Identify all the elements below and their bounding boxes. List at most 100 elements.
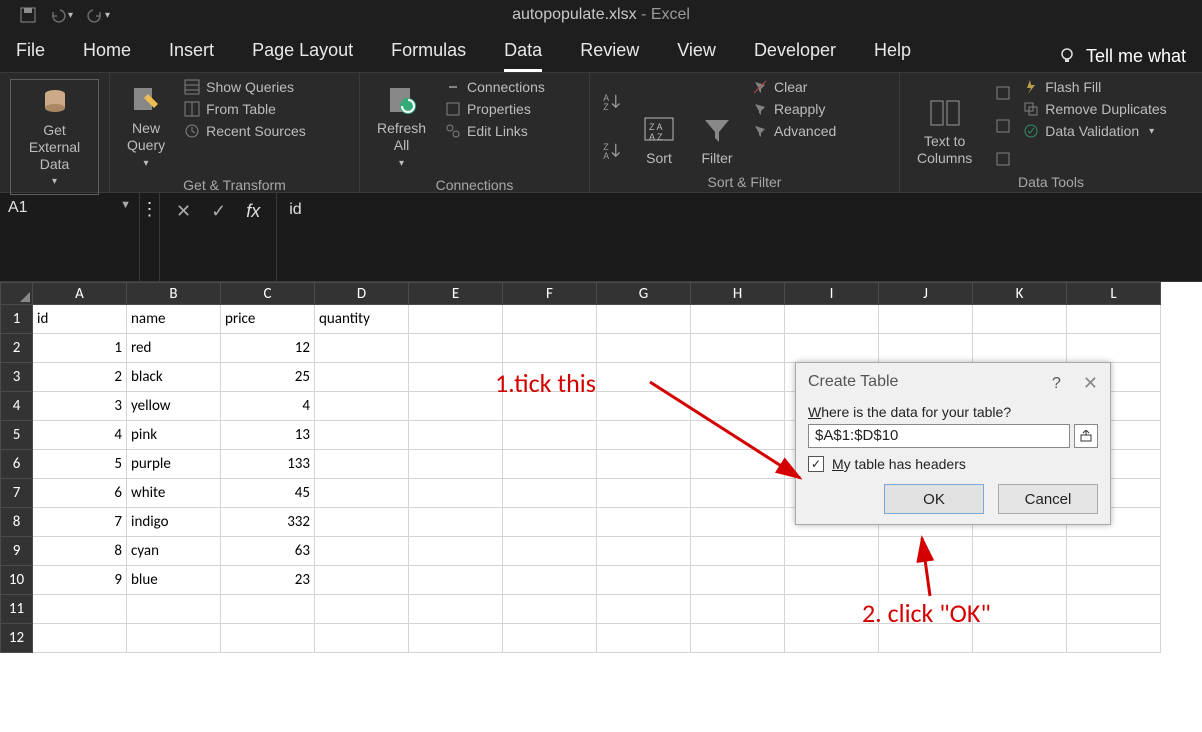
col-header[interactable]: B	[127, 283, 221, 305]
cell[interactable]	[1067, 624, 1161, 653]
reapply-button[interactable]: Reapply	[752, 101, 836, 117]
row-header[interactable]: 11	[1, 595, 33, 624]
cell[interactable]: black	[127, 363, 221, 392]
cell[interactable]	[879, 595, 973, 624]
cell[interactable]	[409, 421, 503, 450]
col-header[interactable]: K	[973, 283, 1067, 305]
cell[interactable]	[127, 624, 221, 653]
cell[interactable]	[785, 595, 879, 624]
cell[interactable]	[691, 392, 785, 421]
cell[interactable]	[691, 334, 785, 363]
cell[interactable]	[315, 450, 409, 479]
cell[interactable]	[1067, 537, 1161, 566]
cell[interactable]	[973, 624, 1067, 653]
edit-links-button[interactable]: Edit Links	[445, 123, 545, 139]
cell[interactable]	[879, 537, 973, 566]
cell[interactable]	[879, 305, 973, 334]
cell[interactable]	[503, 624, 597, 653]
cell[interactable]	[785, 566, 879, 595]
text-to-columns-button[interactable]: Text to Columns	[910, 79, 979, 172]
ok-button[interactable]: OK	[884, 484, 984, 514]
cell[interactable]	[409, 305, 503, 334]
cell[interactable]	[785, 624, 879, 653]
spreadsheet-grid[interactable]: ABCDEFGHIJKL1idnamepricequantity21red123…	[0, 282, 1202, 732]
cell[interactable]	[409, 363, 503, 392]
cell[interactable]	[785, 305, 879, 334]
cell[interactable]: 4	[221, 392, 315, 421]
cell[interactable]	[597, 421, 691, 450]
headers-checkbox-row[interactable]: ✓ My table has headers	[808, 456, 1098, 472]
cell[interactable]	[879, 624, 973, 653]
redo-button[interactable]: ▾	[87, 7, 110, 23]
cell[interactable]	[315, 595, 409, 624]
recent-sources-button[interactable]: Recent Sources	[184, 123, 306, 139]
cell[interactable]	[503, 392, 597, 421]
cell[interactable]: quantity	[315, 305, 409, 334]
cell[interactable]	[315, 508, 409, 537]
cell[interactable]	[691, 595, 785, 624]
cell[interactable]: red	[127, 334, 221, 363]
cell[interactable]	[597, 537, 691, 566]
cell[interactable]	[221, 624, 315, 653]
cell[interactable]	[1067, 305, 1161, 334]
cell[interactable]	[315, 624, 409, 653]
row-header[interactable]: 12	[1, 624, 33, 653]
row-header[interactable]: 8	[1, 508, 33, 537]
get-external-data-button[interactable]: Get External Data ▾	[10, 79, 99, 195]
cell[interactable]	[973, 334, 1067, 363]
cell[interactable]	[503, 595, 597, 624]
cell[interactable]	[597, 305, 691, 334]
cell[interactable]	[503, 363, 597, 392]
data-validation-button[interactable]: Data Validation▾	[1023, 123, 1166, 139]
fb-expand-icon[interactable]: ⋮	[140, 193, 160, 281]
clear-filter-button[interactable]: Clear	[752, 79, 836, 95]
cell[interactable]: 9	[33, 566, 127, 595]
cell[interactable]	[973, 537, 1067, 566]
cell[interactable]	[315, 479, 409, 508]
dialog-help-icon[interactable]: ?	[1052, 375, 1061, 393]
cell[interactable]	[503, 537, 597, 566]
cell[interactable]	[315, 566, 409, 595]
cell[interactable]: 7	[33, 508, 127, 537]
row-header[interactable]: 4	[1, 392, 33, 421]
cell[interactable]: cyan	[127, 537, 221, 566]
cancel-formula-icon[interactable]: ✕	[176, 201, 191, 222]
cell[interactable]: white	[127, 479, 221, 508]
show-queries-button[interactable]: Show Queries	[184, 79, 306, 95]
cell[interactable]	[973, 566, 1067, 595]
col-header[interactable]: J	[879, 283, 973, 305]
name-box[interactable]: A1 ▼	[0, 193, 140, 281]
sort-desc-icon[interactable]: ZA	[600, 140, 624, 160]
cell[interactable]	[409, 595, 503, 624]
row-header[interactable]: 6	[1, 450, 33, 479]
cell[interactable]: 1	[33, 334, 127, 363]
tab-data[interactable]: Data	[504, 40, 542, 72]
cell[interactable]	[503, 334, 597, 363]
cell[interactable]: 3	[33, 392, 127, 421]
cell[interactable]	[597, 595, 691, 624]
cell[interactable]	[597, 479, 691, 508]
cell[interactable]	[597, 363, 691, 392]
tab-view[interactable]: View	[677, 40, 716, 72]
tool-icon-1[interactable]	[995, 85, 1011, 101]
col-header[interactable]: F	[503, 283, 597, 305]
tab-review[interactable]: Review	[580, 40, 639, 72]
cell[interactable]: 63	[221, 537, 315, 566]
formula-content[interactable]: id	[277, 193, 1202, 281]
cell[interactable]: pink	[127, 421, 221, 450]
cell[interactable]	[409, 508, 503, 537]
new-query-button[interactable]: New Query ▾	[120, 79, 172, 175]
headers-checkbox[interactable]: ✓	[808, 456, 824, 472]
cell[interactable]	[691, 450, 785, 479]
col-header[interactable]: L	[1067, 283, 1161, 305]
remove-duplicates-button[interactable]: Remove Duplicates	[1023, 101, 1166, 117]
properties-button[interactable]: Properties	[445, 101, 545, 117]
cell[interactable]: 2	[33, 363, 127, 392]
sort-asc-icon[interactable]: AZ	[600, 91, 624, 111]
cell[interactable]	[409, 334, 503, 363]
cancel-button[interactable]: Cancel	[998, 484, 1098, 514]
cell[interactable]	[691, 479, 785, 508]
cell[interactable]	[315, 392, 409, 421]
row-header[interactable]: 1	[1, 305, 33, 334]
cell[interactable]: price	[221, 305, 315, 334]
